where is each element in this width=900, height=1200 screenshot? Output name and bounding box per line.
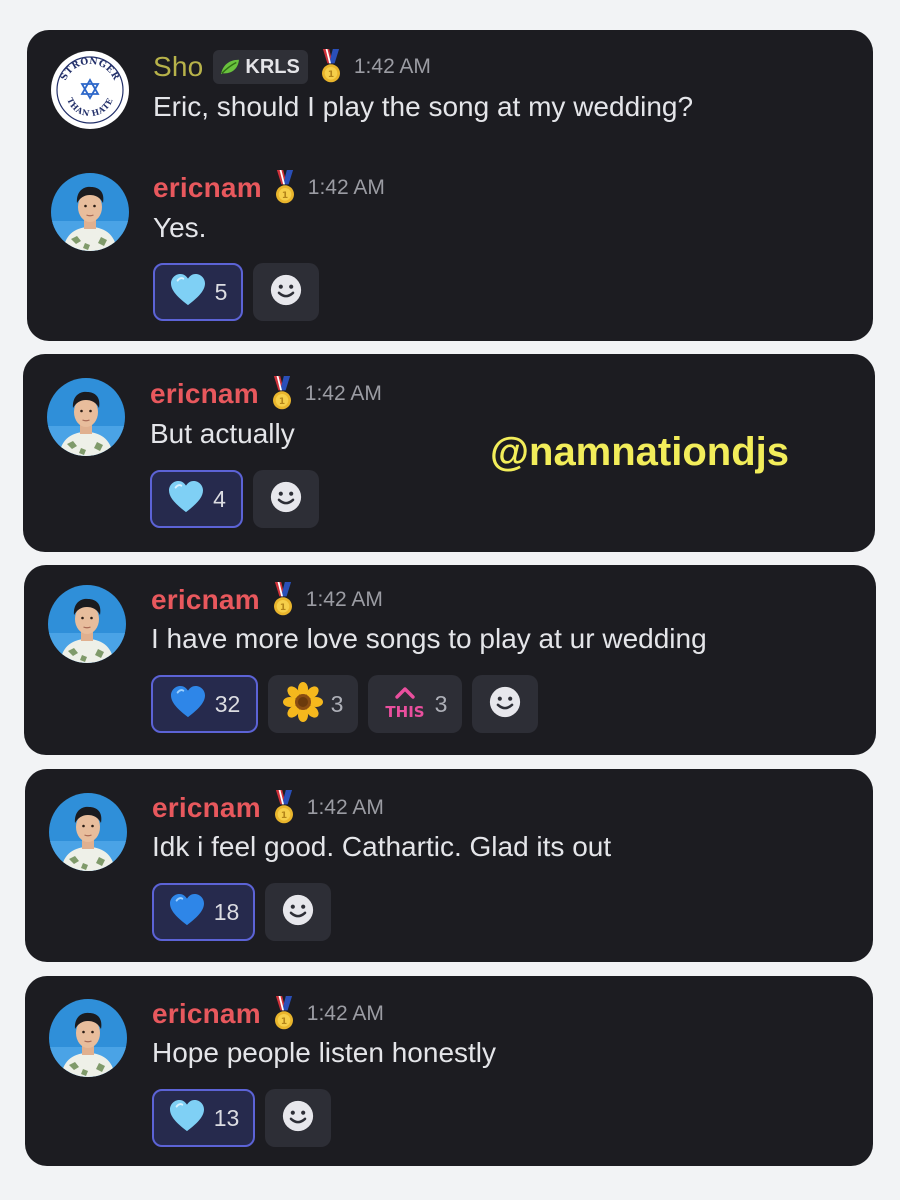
smiley-icon <box>281 1099 315 1138</box>
server-tag-label: KRLS <box>245 55 300 78</box>
leaf-icon <box>219 58 241 76</box>
reaction-light-blue-heart[interactable]: 4 <box>150 470 243 528</box>
reaction-count: 13 <box>213 1104 240 1131</box>
message-header: ericnam 1:42 AM <box>150 374 382 414</box>
smiley-icon <box>269 273 303 312</box>
timestamp: 1:42 AM <box>307 176 385 199</box>
this-emoji-text: THIS <box>385 703 424 721</box>
message-header: ericnam 1:42 AM <box>152 788 384 828</box>
smiley-icon <box>269 480 303 519</box>
reactions-bar: 4 <box>150 470 329 528</box>
avatar[interactable] <box>48 585 126 663</box>
light-blue-heart-icon <box>167 480 205 519</box>
reaction-sunflower[interactable]: 3 <box>268 675 358 733</box>
medal-icon[interactable] <box>320 49 342 85</box>
username[interactable]: ericnam <box>152 792 261 824</box>
reaction-count: 4 <box>213 485 226 512</box>
reaction-count: 3 <box>434 690 448 717</box>
message-text: Idk i feel good. Cathartic. Glad its out <box>152 831 612 862</box>
light-blue-heart-icon <box>168 1099 206 1138</box>
reaction-count: 18 <box>213 898 240 925</box>
timestamp: 1:42 AM <box>306 1002 384 1025</box>
username[interactable]: ericnam <box>150 378 259 410</box>
add-reaction-button[interactable] <box>253 263 319 321</box>
avatar[interactable] <box>49 999 127 1077</box>
medal-icon[interactable] <box>274 170 296 206</box>
add-reaction-button[interactable] <box>265 1089 331 1147</box>
message-text: But actually <box>150 418 295 449</box>
timestamp: 1:42 AM <box>304 382 382 405</box>
medal-icon[interactable] <box>273 996 295 1032</box>
reaction-this[interactable]: THIS 3 <box>368 675 462 733</box>
medal-icon[interactable] <box>272 582 294 618</box>
username[interactable]: ericnam <box>153 172 262 204</box>
blue-heart-icon <box>168 893 206 932</box>
message-card: ericnam 1:42 AM I have more love songs t… <box>24 565 876 755</box>
message-header: Sho KRLS 1:42 AM <box>153 47 431 87</box>
message-header: ericnam 1:42 AM <box>152 994 384 1034</box>
username[interactable]: ericnam <box>152 998 261 1030</box>
medal-icon[interactable] <box>273 790 295 826</box>
reactions-bar: 32 3 THIS 3 <box>151 675 548 733</box>
message-text: Eric, should I play the song at my weddi… <box>153 91 694 122</box>
message-text: Yes. <box>153 212 207 243</box>
username[interactable]: Sho <box>153 51 203 83</box>
reaction-blue-heart[interactable]: 18 <box>152 883 255 941</box>
avatar[interactable] <box>51 173 129 251</box>
reaction-light-blue-heart[interactable]: 13 <box>152 1089 255 1147</box>
blue-heart-icon <box>169 685 207 724</box>
reactions-bar: 18 <box>152 883 341 941</box>
server-tag[interactable]: KRLS <box>213 50 308 84</box>
message-card: STRONGER THAN HATE Sho KRLS 1:42 AM Eric… <box>27 30 873 341</box>
light-blue-heart-icon <box>169 273 207 312</box>
smiley-icon <box>281 893 315 932</box>
message-text: Hope people listen honestly <box>152 1037 497 1068</box>
smiley-icon <box>488 685 522 724</box>
message-header: ericnam 1:42 AM <box>151 580 383 620</box>
timestamp: 1:42 AM <box>305 588 383 611</box>
timestamp: 1:42 AM <box>306 796 384 819</box>
message-header: ericnam 1:42 AM <box>153 168 385 208</box>
add-reaction-button[interactable] <box>253 470 319 528</box>
reaction-count: 32 <box>214 690 241 717</box>
reaction-light-blue-heart[interactable]: 5 <box>153 263 243 321</box>
reactions-bar: 5 <box>153 263 329 321</box>
message-text: I have more love songs to play at ur wed… <box>151 623 707 654</box>
add-reaction-button[interactable] <box>472 675 538 733</box>
avatar[interactable]: STRONGER THAN HATE <box>51 51 129 129</box>
avatar[interactable] <box>49 793 127 871</box>
message-card: ericnam 1:42 AM Hope people listen hones… <box>25 976 873 1166</box>
timestamp: 1:42 AM <box>353 55 431 78</box>
sunflower-icon <box>283 682 323 727</box>
reaction-count: 3 <box>330 690 344 717</box>
message-card: ericnam 1:42 AM Idk i feel good. Cathart… <box>25 769 873 962</box>
reaction-count: 5 <box>214 278 228 305</box>
stronger-than-hate-logo: STRONGER THAN HATE <box>52 52 128 128</box>
watermark: @namnationdjs <box>490 430 790 474</box>
add-reaction-button[interactable] <box>265 883 331 941</box>
username[interactable]: ericnam <box>151 584 260 616</box>
avatar[interactable] <box>47 378 125 456</box>
this-arrow-icon: THIS <box>385 687 424 721</box>
reactions-bar: 13 <box>152 1089 341 1147</box>
medal-icon[interactable] <box>271 376 293 412</box>
reaction-blue-heart[interactable]: 32 <box>151 675 258 733</box>
